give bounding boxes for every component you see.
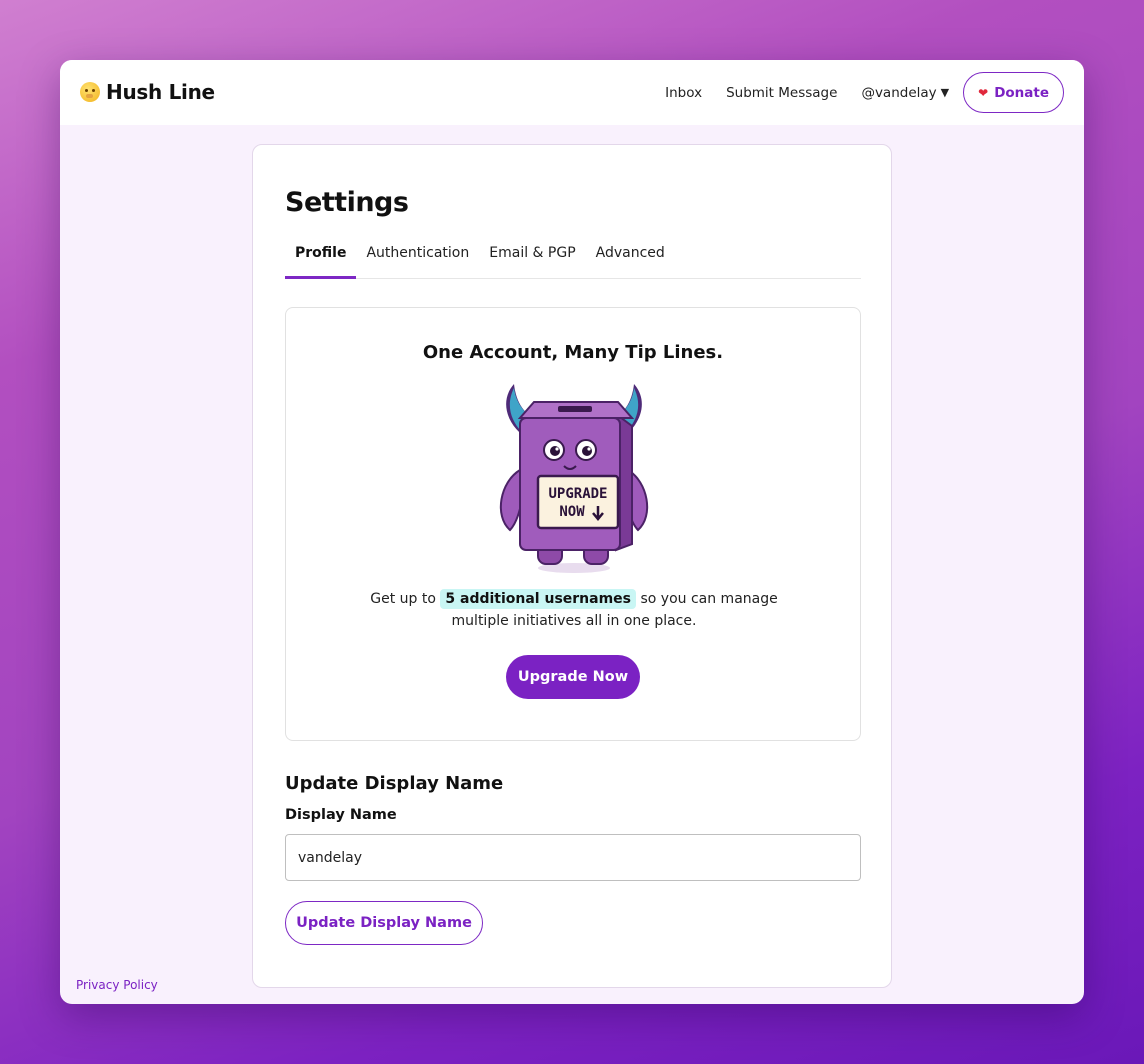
brand[interactable]: Hush Line	[80, 80, 215, 104]
caret-down-icon: ▼	[940, 86, 950, 99]
promo-text-before: Get up to	[370, 591, 436, 607]
nav-submit-message-link[interactable]: Submit Message	[726, 85, 837, 101]
display-name-label: Display Name	[285, 807, 397, 823]
user-menu[interactable]: @vandelay ▼	[861, 85, 949, 101]
brand-name: Hush Line	[106, 80, 215, 104]
mascot-illustration: UPGRADE NOW	[500, 384, 648, 573]
settings-tabs: Profile Authentication Email & PGP Advan…	[285, 241, 861, 279]
donate-button[interactable]: ❤ Donate	[963, 72, 1064, 113]
display-name-section-title: Update Display Name	[285, 773, 504, 794]
promo-highlight: 5 additional usernames	[440, 589, 637, 609]
donate-label: Donate	[994, 84, 1049, 101]
browser-window: Hush Line Inbox Submit Message @vandelay…	[60, 60, 1084, 1004]
upgrade-promo: One Account, Many Tip Lines. UPGRADE NOW…	[285, 307, 861, 741]
mascot-sign-line-1: UPGRADE	[548, 486, 607, 502]
main-nav: Inbox Submit Message @vandelay ▼ ❤ Donat…	[641, 72, 1064, 113]
top-navbar: Hush Line Inbox Submit Message @vandelay…	[60, 60, 1084, 125]
shushing-face-icon	[80, 82, 100, 102]
tab-email-pgp[interactable]: Email & PGP	[479, 241, 585, 279]
tab-authentication[interactable]: Authentication	[356, 241, 479, 279]
settings-card: Settings Profile Authentication Email & …	[252, 144, 892, 988]
page-title: Settings	[285, 187, 409, 218]
nav-inbox-link[interactable]: Inbox	[665, 85, 702, 101]
heart-icon: ❤	[978, 85, 989, 100]
update-display-name-button[interactable]: Update Display Name	[285, 901, 483, 945]
promo-title: One Account, Many Tip Lines.	[422, 342, 724, 363]
privacy-policy-link[interactable]: Privacy Policy	[76, 978, 158, 992]
tab-advanced[interactable]: Advanced	[586, 241, 675, 279]
display-name-input[interactable]	[285, 834, 861, 881]
username-label: @vandelay	[861, 84, 937, 101]
upgrade-now-button[interactable]: Upgrade Now	[506, 655, 640, 699]
mascot-sign-line-2: NOW	[559, 504, 585, 520]
tab-profile[interactable]: Profile	[285, 241, 357, 279]
promo-description: Get up to 5 additional usernames so you …	[346, 588, 802, 632]
